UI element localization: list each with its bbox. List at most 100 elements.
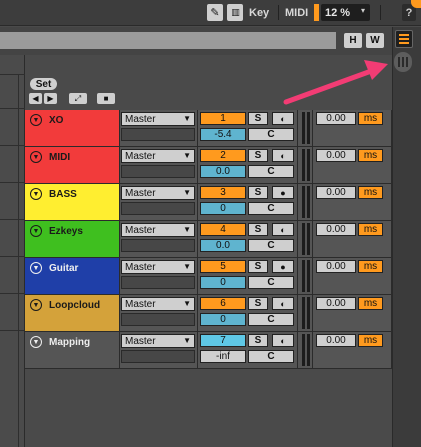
- output-routing-select[interactable]: Master ▼: [121, 149, 195, 163]
- lock-button[interactable]: ■: [97, 93, 115, 104]
- output-sub-routing[interactable]: [121, 350, 195, 363]
- delay-unit-button[interactable]: ms: [358, 334, 383, 347]
- scroll-left-button[interactable]: ◀: [29, 93, 42, 104]
- chevron-down-icon[interactable]: ▼: [30, 299, 42, 311]
- level-meter: [302, 223, 305, 255]
- toolbar-divider: [278, 5, 279, 20]
- track-delay-field[interactable]: 0.00: [316, 112, 356, 125]
- clock-icon[interactable]: ◐: [272, 297, 294, 310]
- output-routing-select[interactable]: Master ▼: [121, 223, 195, 237]
- track-header[interactable]: ▼ MIDI: [25, 147, 120, 184]
- solo-button[interactable]: S: [248, 297, 268, 310]
- output-routing-select[interactable]: Master ▼: [121, 186, 195, 200]
- track-header[interactable]: ▼ Ezkeys: [25, 221, 120, 258]
- track-number[interactable]: 7: [200, 334, 246, 347]
- dot-icon[interactable]: ●: [272, 186, 294, 199]
- crossfade-button[interactable]: C: [248, 128, 294, 141]
- crossfade-button[interactable]: C: [248, 239, 294, 252]
- zoom-select[interactable]: 12 % ▾: [321, 4, 370, 21]
- scroll-right-button[interactable]: ▶: [44, 93, 57, 104]
- crossfade-button[interactable]: C: [248, 165, 294, 178]
- chevron-down-icon[interactable]: ▼: [30, 188, 42, 200]
- crossfade-button[interactable]: C: [248, 202, 294, 215]
- solo-button[interactable]: S: [248, 260, 268, 273]
- volume-field[interactable]: 0: [200, 313, 246, 326]
- solo-button[interactable]: S: [248, 334, 268, 347]
- chevron-down-icon[interactable]: ▼: [30, 225, 42, 237]
- keyboard-button[interactable]: ▥: [227, 4, 243, 21]
- chevron-down-icon[interactable]: ▼: [30, 151, 42, 163]
- solo-button[interactable]: S: [248, 149, 268, 162]
- track-delay-field[interactable]: 0.00: [316, 297, 356, 310]
- volume-field[interactable]: 0: [200, 276, 246, 289]
- volume-field[interactable]: 0: [200, 202, 246, 215]
- track-header[interactable]: ▼ Mapping: [25, 332, 120, 369]
- delay-unit-button[interactable]: ms: [358, 223, 383, 236]
- track-header[interactable]: ▼ Guitar: [25, 258, 120, 295]
- midi-button[interactable]: MIDI: [285, 4, 308, 21]
- track-delay-field[interactable]: 0.00: [316, 149, 356, 162]
- h-button[interactable]: H: [344, 33, 362, 48]
- clock-icon[interactable]: ◐: [272, 149, 294, 162]
- set-label: Set: [30, 78, 57, 90]
- chevron-down-icon[interactable]: ▼: [30, 114, 42, 126]
- delay-unit-button[interactable]: ms: [358, 149, 383, 162]
- track-number[interactable]: 4: [200, 223, 246, 236]
- output-sub-routing[interactable]: [121, 313, 195, 326]
- track-delay-field[interactable]: 0.00: [316, 223, 356, 236]
- clock-icon[interactable]: ◐: [272, 334, 294, 347]
- output-sub-routing[interactable]: [121, 165, 195, 178]
- clock-icon[interactable]: ◐: [272, 112, 294, 125]
- volume-field[interactable]: -inf: [200, 350, 246, 363]
- crossfade-button[interactable]: C: [248, 350, 294, 363]
- crossfade-button[interactable]: C: [248, 313, 294, 326]
- track-number[interactable]: 5: [200, 260, 246, 273]
- level-meter: [307, 149, 310, 181]
- delay-unit-button[interactable]: ms: [358, 297, 383, 310]
- track-number[interactable]: 6: [200, 297, 246, 310]
- track-header[interactable]: ▼ XO: [25, 110, 120, 147]
- chevron-down-icon: ▼: [183, 151, 191, 160]
- solo-button[interactable]: S: [248, 112, 268, 125]
- track-number[interactable]: 3: [200, 186, 246, 199]
- volume-field[interactable]: -5.4: [200, 128, 246, 141]
- output-sub-routing[interactable]: [121, 239, 195, 252]
- crossfade-button[interactable]: C: [248, 276, 294, 289]
- zoom-value: 12 %: [325, 6, 351, 19]
- clock-icon[interactable]: ◐: [272, 223, 294, 236]
- track-number[interactable]: 1: [200, 112, 246, 125]
- track-delay-field[interactable]: 0.00: [316, 186, 356, 199]
- level-meter: [307, 260, 310, 292]
- chevron-down-icon[interactable]: ▼: [30, 262, 42, 274]
- output-sub-routing[interactable]: [121, 202, 195, 215]
- level-meter: [307, 297, 310, 329]
- mixer-icon: [398, 57, 400, 67]
- delay-unit-button[interactable]: ms: [358, 112, 383, 125]
- solo-button[interactable]: S: [248, 186, 268, 199]
- chevron-down-icon[interactable]: ▼: [30, 336, 42, 348]
- delay-unit-button[interactable]: ms: [358, 186, 383, 199]
- w-button[interactable]: W: [366, 33, 384, 48]
- draw-mode-button[interactable]: ✎: [207, 4, 223, 21]
- expand-button[interactable]: ⤢: [69, 93, 87, 104]
- output-routing-select[interactable]: Master ▼: [121, 260, 195, 274]
- key-button[interactable]: Key: [249, 4, 269, 21]
- output-sub-routing[interactable]: [121, 128, 195, 141]
- mixer-toggle-button[interactable]: [394, 52, 412, 72]
- panel-menu-button[interactable]: [395, 30, 413, 48]
- track-delay-field[interactable]: 0.00: [316, 260, 356, 273]
- dot-icon[interactable]: ●: [272, 260, 294, 273]
- solo-button[interactable]: S: [248, 223, 268, 236]
- track-delay-field[interactable]: 0.00: [316, 334, 356, 347]
- output-routing-select[interactable]: Master ▼: [121, 334, 195, 348]
- track-number[interactable]: 2: [200, 149, 246, 162]
- track-header[interactable]: ▼ BASS: [25, 184, 120, 221]
- output-sub-routing[interactable]: [121, 276, 195, 289]
- volume-field[interactable]: 0.0: [200, 165, 246, 178]
- output-routing-select[interactable]: Master ▼: [121, 112, 195, 126]
- volume-field[interactable]: 0.0: [200, 239, 246, 252]
- track-header[interactable]: ▼ Loopcloud: [25, 295, 120, 332]
- delay-unit-button[interactable]: ms: [358, 260, 383, 273]
- level-meter: [302, 112, 305, 144]
- output-routing-select[interactable]: Master ▼: [121, 297, 195, 311]
